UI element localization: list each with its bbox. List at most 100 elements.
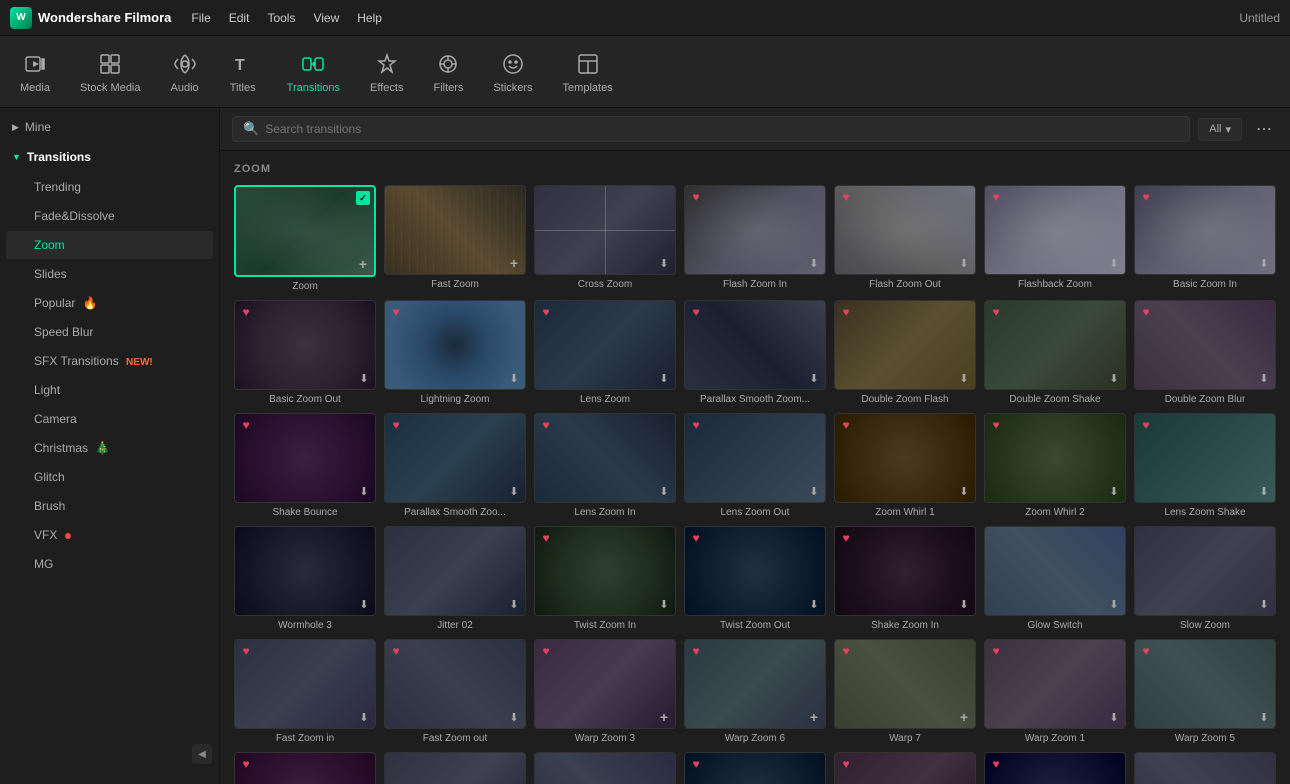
sidebar-item-mg[interactable]: MG [6, 550, 213, 578]
card-jitter-02[interactable]: ⬇ Jitter 02 [384, 526, 526, 631]
card-row6-5[interactable]: ♥ ⬇ Shake Zo... [834, 752, 976, 784]
card-shake-zoom-in[interactable]: ♥ ⬇ Shake Zoom In [834, 526, 976, 631]
toolbar-stickers[interactable]: Stickers [493, 50, 532, 94]
sidebar-transitions-header[interactable]: ▼ Transitions [0, 142, 219, 172]
media-label: Media [20, 82, 50, 94]
sidebar-item-brush[interactable]: Brush [6, 492, 213, 520]
toolbar-filters[interactable]: Filters [433, 50, 463, 94]
card-flash-zoom-in[interactable]: ♥ ⬇ Flash Zoom In [684, 185, 826, 292]
sidebar-collapse-btn[interactable]: ◀ [192, 744, 212, 764]
sidebar-item-zoom[interactable]: Zoom [6, 231, 213, 259]
sidebar-item-light[interactable]: Light [6, 376, 213, 404]
twist-in-heart: ♥ [539, 531, 553, 545]
slow-dl: ⬇ [1257, 597, 1271, 611]
thumb-row6-7: ⬇ [1134, 752, 1276, 784]
toolbar-media[interactable]: Media [20, 50, 50, 94]
toolbar-effects[interactable]: Effects [370, 50, 403, 94]
toolbar-stock-media[interactable]: Stock Media [80, 50, 141, 94]
app-logo[interactable]: W Wondershare Filmora [10, 7, 171, 29]
card-parallax-smooth-zoom[interactable]: ♥ ⬇ Parallax Smooth Zoom... [684, 300, 826, 405]
card-lens-zoom-in[interactable]: ♥ ⬇ Lens Zoom In [534, 413, 676, 518]
card-lens-zoom-out[interactable]: ♥ ⬇ Lens Zoom Out [684, 413, 826, 518]
sidebar-item-sfx[interactable]: SFX Transitions NEW! [6, 347, 213, 375]
card-double-zoom-flash[interactable]: ♥ ⬇ Double Zoom Flash [834, 300, 976, 405]
sidebar-item-christmas[interactable]: Christmas 🎄 [6, 434, 213, 462]
sidebar-item-glitch[interactable]: Glitch [6, 463, 213, 491]
sidebar-item-fade-dissolve[interactable]: Fade&Dissolve [6, 202, 213, 230]
search-input[interactable] [265, 122, 1179, 136]
sidebar-item-popular[interactable]: Popular 🔥 [6, 289, 213, 317]
warp7-heart: ♥ [839, 644, 853, 658]
card-warp-zoom-1[interactable]: ♥ ⬇ Warp Zoom 1 [984, 639, 1126, 744]
menu-edit[interactable]: Edit [229, 11, 250, 25]
brush-label: Brush [34, 499, 65, 513]
card-slow-zoom[interactable]: ⬇ Slow Zoom [1134, 526, 1276, 631]
menu-tools[interactable]: Tools [267, 11, 295, 25]
sidebar-mine-header[interactable]: ▶ Mine [0, 112, 219, 142]
sidebar-item-trending[interactable]: Trending [6, 173, 213, 201]
shake-zoom-dl: ⬇ [957, 597, 971, 611]
toolbar-titles[interactable]: T Titles [229, 50, 257, 94]
card-row6-4[interactable]: ♥ ⬇ Shake Zo... [684, 752, 826, 784]
more-button[interactable]: ⋯ [1250, 117, 1278, 141]
thumb-basic-zoom-in: ♥ ⬇ [1134, 185, 1276, 275]
card-cross-zoom[interactable]: ⬇ Cross Zoom [534, 185, 676, 292]
card-zoom-whirl-2-label: Zoom Whirl 2 [984, 507, 1126, 518]
thumb-wormhole: ⬇ [234, 526, 376, 616]
toolbar-transitions[interactable]: Transitions [287, 50, 340, 94]
double-shake-dl: ⬇ [1107, 371, 1121, 385]
card-glow-switch[interactable]: ⬇ Glow Switch [984, 526, 1126, 631]
card-double-zoom-blur[interactable]: ♥ ⬇ Double Zoom Blur [1134, 300, 1276, 405]
toolbar-audio[interactable]: Audio [171, 50, 199, 94]
card-lightning-zoom[interactable]: ♥ ⬇ Lightning Zoom [384, 300, 526, 405]
card-row6-7[interactable]: ⬇ Warp ... [1134, 752, 1276, 784]
toolbar-templates[interactable]: Templates [563, 50, 613, 94]
effects-icon [373, 50, 401, 78]
card-lens-zoom[interactable]: ♥ ⬇ Lens Zoom [534, 300, 676, 405]
card-glow-switch-label: Glow Switch [984, 620, 1126, 631]
grid-row-3: ♥ ⬇ Shake Bounce ♥ ⬇ Parallax Smooth Zoo… [234, 413, 1276, 518]
menu-help[interactable]: Help [357, 11, 382, 25]
sidebar-item-speed-blur[interactable]: Speed Blur [6, 318, 213, 346]
stock-media-icon [96, 50, 124, 78]
card-zoom[interactable]: ✓ + Zoom [234, 185, 376, 292]
card-twist-zoom-out[interactable]: ♥ ⬇ Twist Zoom Out [684, 526, 826, 631]
card-fast-zoom[interactable]: + Fast Zoom [384, 185, 526, 292]
card-lens-zoom-shake[interactable]: ♥ ⬇ Lens Zoom Shake [1134, 413, 1276, 518]
card-shake-bounce[interactable]: ♥ ⬇ Shake Bounce [234, 413, 376, 518]
card-fast-zoom-in[interactable]: ♥ ⬇ Fast Zoom in [234, 639, 376, 744]
card-jitter-02-label: Jitter 02 [384, 620, 526, 631]
card-basic-zoom-out[interactable]: ♥ ⬇ Basic Zoom Out [234, 300, 376, 405]
sidebar-item-vfx[interactable]: VFX [6, 521, 213, 549]
card-twist-zoom-in[interactable]: ♥ ⬇ Twist Zoom In [534, 526, 676, 631]
sidebar-item-slides[interactable]: Slides [6, 260, 213, 288]
search-input-wrap[interactable]: 🔍 [232, 116, 1190, 142]
menu-file[interactable]: File [191, 11, 210, 25]
card-lightning-zoom-label: Lightning Zoom [384, 394, 526, 405]
media-icon [21, 50, 49, 78]
card-warp-zoom-6[interactable]: ♥ + Warp Zoom 6 [684, 639, 826, 744]
card-row6-3[interactable]: ⬇ Parallax Mor... [534, 752, 676, 784]
fade-dissolve-label: Fade&Dissolve [34, 209, 115, 223]
card-row6-6[interactable]: ♥ ⬇ Fast Fla... [984, 752, 1126, 784]
card-zoom-whirl-1[interactable]: ♥ ⬇ Zoom Whirl 1 [834, 413, 976, 518]
card-flashback-zoom[interactable]: ♥ ⬇ Flashback Zoom [984, 185, 1126, 292]
lens-dl: ⬇ [657, 371, 671, 385]
card-parallax-smooth-zoo2[interactable]: ♥ ⬇ Parallax Smooth Zoo... [384, 413, 526, 518]
card-flash-zoom-out-label: Flash Zoom Out [834, 279, 976, 290]
card-warp-zoom-3[interactable]: ♥ + Warp Zoom 3 [534, 639, 676, 744]
card-double-zoom-shake[interactable]: ♥ ⬇ Double Zoom Shake [984, 300, 1126, 405]
card-basic-zoom-in[interactable]: ♥ ⬇ Basic Zoom In [1134, 185, 1276, 292]
menu-view[interactable]: View [313, 11, 339, 25]
card-wormhole-3[interactable]: ⬇ Wormhole 3 [234, 526, 376, 631]
card-zoom-whirl-2[interactable]: ♥ ⬇ Zoom Whirl 2 [984, 413, 1126, 518]
sidebar-item-camera[interactable]: Camera [6, 405, 213, 433]
card-fast-zoom-out[interactable]: ♥ ⬇ Fast Zoom out [384, 639, 526, 744]
card-warp-7[interactable]: ♥ + Warp 7 [834, 639, 976, 744]
card-row6-2[interactable]: ⬇ Headlights [384, 752, 526, 784]
filter-button[interactable]: All ▾ [1198, 118, 1242, 141]
thumb-zoom: ✓ + [234, 185, 376, 277]
card-flash-zoom-out[interactable]: ♥ ⬇ Flash Zoom Out [834, 185, 976, 292]
card-warp-zoom-5[interactable]: ♥ ⬇ Warp Zoom 5 [1134, 639, 1276, 744]
card-row6-1[interactable]: ♥ ⬇ Zoom Now Blur [234, 752, 376, 784]
